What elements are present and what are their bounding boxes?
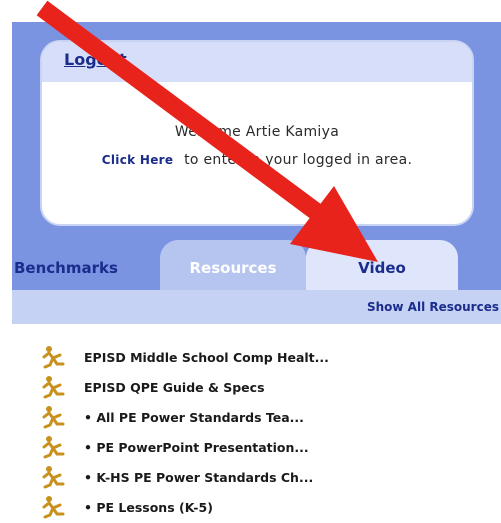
list-item-label: • PE Lessons (K-5) xyxy=(84,499,213,515)
click-here-link[interactable]: Click Here xyxy=(102,153,174,167)
list-item[interactable]: • K-HS PE Power Standards Ch... xyxy=(40,462,500,492)
runner-icon xyxy=(42,496,65,519)
tab-benchmarks[interactable]: Benchmarks xyxy=(14,240,154,290)
tab-video[interactable]: Video xyxy=(306,240,458,290)
list-item-label: • K-HS PE Power Standards Ch... xyxy=(84,469,314,485)
runner-icon xyxy=(42,436,65,459)
resource-list: EPISD Middle School Comp Healt... EPISD … xyxy=(40,342,500,522)
list-item[interactable]: EPISD QPE Guide & Specs xyxy=(40,372,500,402)
enter-text: to enter in your logged in area. xyxy=(184,152,413,168)
tab-resources[interactable]: Resources xyxy=(160,240,306,290)
list-item-label: • All PE Power Standards Tea... xyxy=(84,409,304,425)
welcome-header: Logout xyxy=(42,42,472,82)
list-item-label: EPISD QPE Guide & Specs xyxy=(84,379,265,395)
enter-line: Click Here to enter in your logged in ar… xyxy=(42,152,472,168)
list-item[interactable]: • All PE Power Standards Tea... xyxy=(40,402,500,432)
list-item[interactable]: • PE PowerPoint Presentation... xyxy=(40,432,500,462)
tabs-bar: Show All Resources xyxy=(12,290,501,324)
list-item[interactable]: EPISD Middle School Comp Healt... xyxy=(40,342,500,372)
list-item-label: EPISD Middle School Comp Healt... xyxy=(84,349,329,365)
welcome-greeting: Welcome Artie Kamiya xyxy=(174,124,340,140)
runner-icon xyxy=(42,376,65,399)
welcome-box: Logout Welcome Artie Kamiya Click Here t… xyxy=(40,40,474,226)
runner-icon xyxy=(42,466,65,489)
runner-icon xyxy=(42,406,65,429)
runner-icon xyxy=(42,346,65,369)
show-all-resources-link[interactable]: Show All Resources xyxy=(367,300,499,314)
list-item-label: • PE PowerPoint Presentation... xyxy=(84,439,309,455)
list-item[interactable]: • PE Lessons (K-5) xyxy=(40,492,500,522)
logout-link[interactable]: Logout xyxy=(64,50,127,69)
